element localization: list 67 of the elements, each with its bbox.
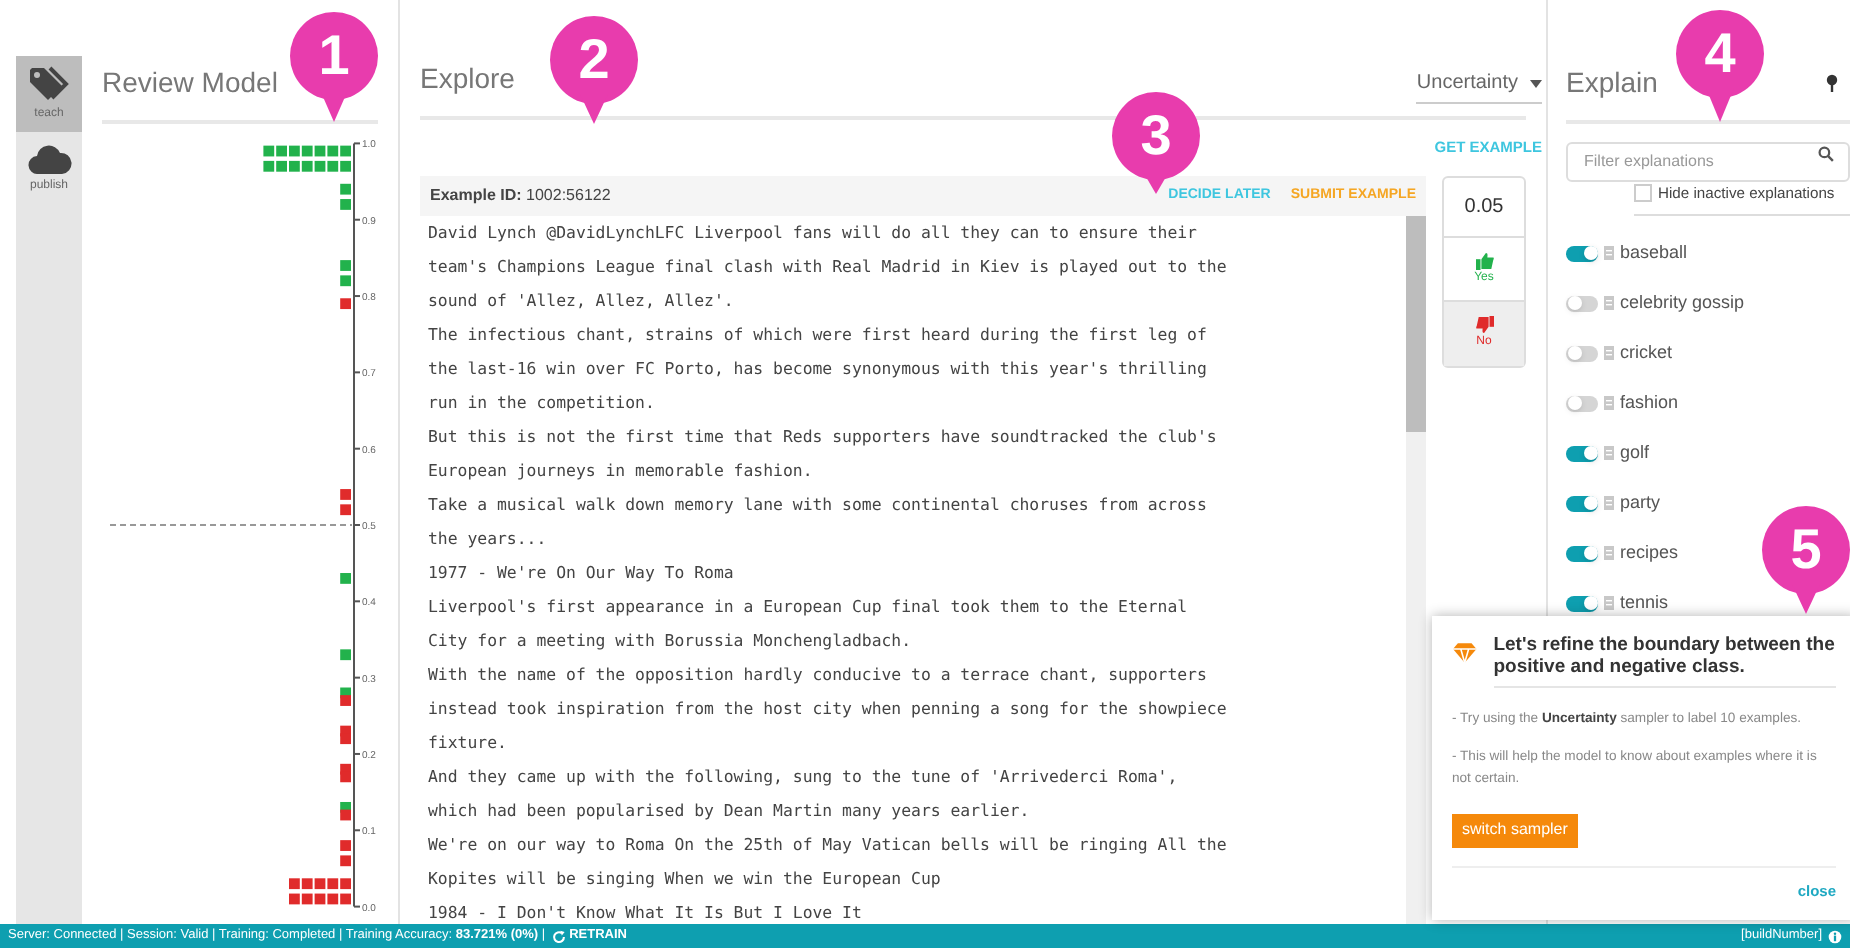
document-icon — [1604, 346, 1614, 361]
scrollbar-thumb[interactable] — [1406, 216, 1426, 432]
panel-title: Review Model — [102, 64, 278, 102]
panel-title: Explain — [1566, 64, 1658, 102]
toggle-switch[interactable] — [1566, 545, 1598, 562]
toggle-switch[interactable] — [1566, 395, 1598, 412]
search-icon[interactable] — [1818, 146, 1834, 162]
document-icon — [1604, 496, 1614, 511]
explanation-label: cricket — [1620, 340, 1673, 367]
example-text-line: team's Champions League final clash with Real Madrid in Kiev is played out to the — [428, 254, 1229, 280]
cloud-icon — [27, 144, 71, 174]
example-text-line: David Lynch @DavidLynchLFC Liverpool fans will do all they can to ensure their — [428, 220, 1199, 246]
toggle-switch[interactable] — [1566, 345, 1598, 362]
example-text-line: instead took inspiration from the host city when penning a song for the showpiece — [428, 696, 1229, 722]
toggle-switch[interactable] — [1566, 295, 1598, 312]
toggle-switch[interactable] — [1566, 595, 1598, 612]
explanation-label: recipes — [1620, 540, 1679, 567]
example-text-line: But this is not the first time that Reds supporters have soundtracked the club's — [428, 424, 1219, 450]
switch-sampler-button[interactable]: switch sampler — [1452, 813, 1578, 847]
panel-title: Explore — [420, 60, 515, 99]
info-icon[interactable] — [1828, 929, 1842, 943]
example-text-line: With the name of the opposition hardly conducive to a terrace chant, supporters — [428, 662, 1209, 688]
example-text-line: European journeys in memorable fashion. — [428, 458, 815, 484]
example-text-line: 1977 - We're On Our Way To Roma — [428, 560, 736, 586]
document-icon — [1604, 446, 1614, 461]
tag-icon — [27, 65, 71, 101]
document-icon — [1604, 296, 1614, 311]
thumbs-down-icon — [1475, 316, 1493, 334]
pin-icon[interactable] — [1826, 74, 1838, 92]
example-text-line: the years... — [428, 526, 549, 552]
example-text-line: The infectious chant, strains of which were first heard during the first leg of — [428, 322, 1209, 348]
document-icon — [1604, 396, 1614, 411]
example-text-line: fixture. — [428, 730, 509, 756]
filter-field[interactable]: Filter explanations — [1566, 141, 1850, 181]
document-icon — [1604, 546, 1614, 561]
document-icon — [1604, 596, 1614, 611]
thumbs-up-icon — [1475, 251, 1493, 269]
explanation-label: party — [1620, 490, 1661, 517]
example-text-line: City for a meeting with Borussia Monchengladbach. — [428, 628, 914, 654]
toggle-switch[interactable] — [1566, 445, 1598, 462]
example-text-line: Kopites will be singing When we win the European Cup — [428, 866, 943, 892]
diamond-icon — [1452, 642, 1478, 664]
example-text-line: run in the competition. — [428, 390, 657, 416]
scrollbar[interactable] — [1406, 216, 1426, 924]
refresh-icon — [551, 929, 566, 943]
sampler-dropdown[interactable]: Uncertainty — [1416, 68, 1542, 105]
explanation-label: fashion — [1620, 390, 1679, 417]
example-text-line: 1984 - I Don't Know What It Is But I Love It — [428, 900, 864, 924]
score-value: 0.05 — [1444, 178, 1524, 238]
example-id: Example ID: 1002:56122 — [430, 184, 611, 208]
toggle-switch[interactable] — [1566, 495, 1598, 512]
example-text-line: We're on our way to Roma On the 25th of May Vatican bells will be ringing All the — [428, 832, 1229, 858]
explanation-label: celebrity gossip — [1620, 290, 1745, 317]
explanation-label: golf — [1620, 440, 1650, 467]
caret-icon — [1530, 79, 1542, 88]
toggle-switch[interactable] — [1566, 245, 1598, 262]
document-icon — [1604, 246, 1614, 261]
example-text-line: And they came up with the following, sung to the tune of 'Arrivederci Roma', — [428, 764, 1180, 790]
checkbox[interactable] — [1634, 184, 1652, 203]
explanation-label: baseball — [1620, 240, 1688, 267]
example-text-line: sound of 'Allez, Allez, Allez'. — [428, 288, 736, 314]
example-text-line: which had been popularised by Dean Martin many years earlier. — [428, 798, 1032, 824]
example-text-line: Liverpool's first appearance in a European Cup final took them to the Eternal — [428, 594, 1190, 620]
example-text-line: the last-16 win over FC Porto, has become synonymous with this year's thrilling — [428, 356, 1209, 382]
explanation-label: tennis — [1620, 590, 1669, 617]
example-text-line: Take a musical walk down memory lane with some continental choruses from across — [428, 492, 1209, 518]
popup-title: Let's refine the boundary between the positive and negative class. — [1493, 634, 1836, 688]
